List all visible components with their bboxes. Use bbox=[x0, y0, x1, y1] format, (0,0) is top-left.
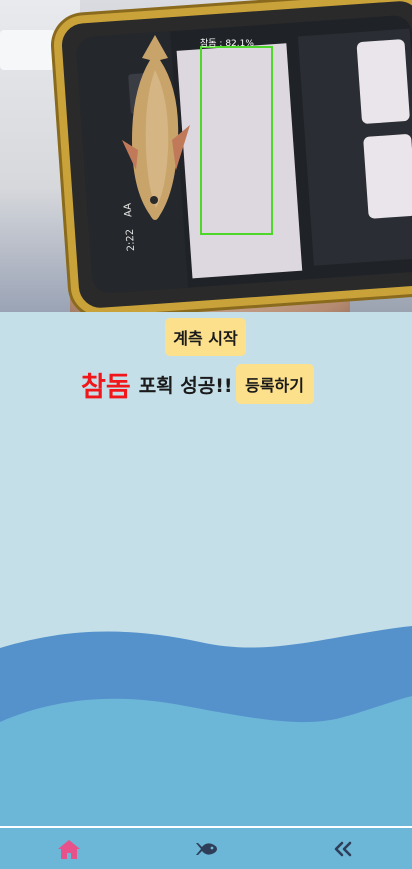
fish-image bbox=[122, 35, 190, 220]
phone-right-panel bbox=[297, 28, 412, 266]
phone-thumbnail-2 bbox=[363, 133, 412, 219]
home-icon bbox=[57, 839, 80, 859]
nav-home[interactable] bbox=[39, 829, 99, 869]
double-chevron-left-icon bbox=[335, 841, 352, 856]
ceiling-light bbox=[0, 30, 55, 70]
fish-icon bbox=[195, 842, 217, 855]
fish-name: 참돔 bbox=[81, 371, 131, 403]
measure-start-button[interactable]: 계측 시작 bbox=[165, 318, 246, 356]
catch-result: 참돔 포획 성공!! 등록하기 bbox=[81, 362, 314, 406]
nav-back[interactable] bbox=[313, 829, 373, 869]
catch-success-text: 포획 성공!! bbox=[138, 374, 233, 397]
phone-thumbnail-1 bbox=[356, 38, 411, 125]
detection-bounding-box bbox=[200, 46, 273, 235]
app-root: 2:22 AA 참돔 : 82.1% 계측 시작 참돔 포획 성공!! 등록하기 bbox=[0, 0, 412, 869]
bottom-navigation bbox=[0, 826, 412, 869]
wave-decoration bbox=[0, 626, 412, 828]
camera-feed: 2:22 AA 참돔 : 82.1% bbox=[0, 0, 412, 312]
detection-label: 참돔 : 82.1% bbox=[200, 39, 254, 49]
phone-time: 2:22 bbox=[124, 228, 138, 252]
register-button[interactable]: 등록하기 bbox=[235, 364, 314, 404]
nav-fish[interactable] bbox=[176, 829, 236, 869]
